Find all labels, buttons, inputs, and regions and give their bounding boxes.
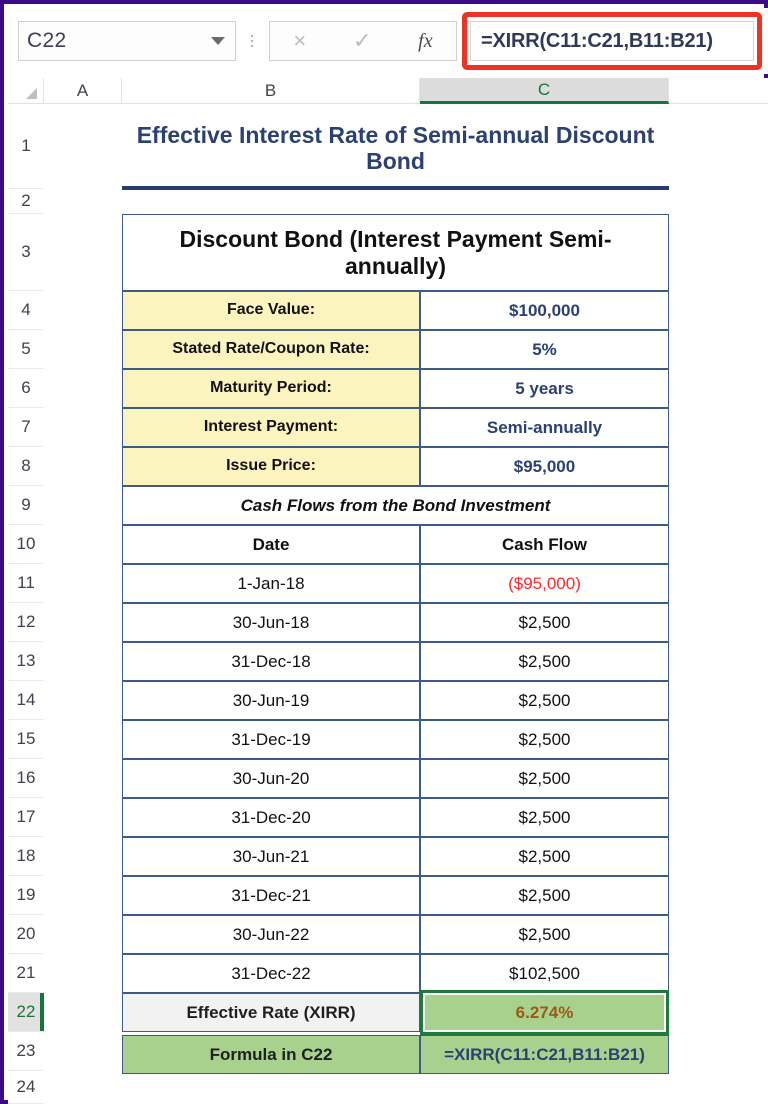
row-header-18[interactable]: 18 — [8, 837, 44, 876]
row-header-4[interactable]: 4 — [8, 291, 44, 330]
table-row[interactable]: 1-Jan-18 — [122, 564, 420, 603]
table-row[interactable]: 30-Jun-22 — [122, 915, 420, 954]
row-header-12[interactable]: 12 — [8, 603, 44, 642]
row-header-22[interactable]: 22 — [8, 993, 44, 1032]
param-value-stated-rate[interactable]: 5% — [420, 330, 669, 369]
param-value-face-value[interactable]: $100,000 — [420, 291, 669, 330]
chevron-down-icon[interactable] — [211, 37, 225, 45]
param-label-maturity-period[interactable]: Maturity Period: — [122, 369, 420, 408]
table-row[interactable]: 30-Jun-19 — [122, 681, 420, 720]
row-header-16[interactable]: 16 — [8, 759, 44, 798]
row-header-8[interactable]: 8 — [8, 447, 44, 486]
row-header-6[interactable]: 6 — [8, 369, 44, 408]
row-header-11[interactable]: 11 — [8, 564, 44, 603]
row-header-19[interactable]: 19 — [8, 876, 44, 915]
fx-icon[interactable]: fx — [418, 31, 432, 51]
column-header-row: A B C — [8, 78, 768, 104]
param-label-stated-rate[interactable]: Stated Rate/Coupon Rate: — [122, 330, 420, 369]
table-row[interactable]: 31-Dec-19 — [122, 720, 420, 759]
row-header-5[interactable]: 5 — [8, 330, 44, 369]
row-header-7[interactable]: 7 — [8, 408, 44, 447]
cell-canvas: Effective Interest Rate of Semi-annual D… — [44, 104, 768, 1104]
table-row[interactable]: $2,500 — [420, 681, 669, 720]
formula-bar-strip: C22 × ✓ fx =XIRR(C11:C21,B11:B21) — [8, 8, 768, 74]
table-row[interactable]: $2,500 — [420, 837, 669, 876]
excel-window: C22 × ✓ fx =XIRR(C11:C21,B11:B21) A B C … — [0, 0, 768, 1104]
formula-row-value[interactable]: =XIRR(C11:C21,B11:B21) — [420, 1035, 669, 1074]
row-header-3[interactable]: 3 — [8, 214, 44, 291]
table-row[interactable]: $2,500 — [420, 759, 669, 798]
column-header-a[interactable]: A — [44, 78, 122, 104]
param-value-maturity-period[interactable]: 5 years — [420, 369, 669, 408]
table-row[interactable]: $102,500 — [420, 954, 669, 993]
table-row[interactable]: 31-Dec-22 — [122, 954, 420, 993]
table-row[interactable]: 30-Jun-18 — [122, 603, 420, 642]
table-row[interactable]: ($95,000) — [420, 564, 669, 603]
row-header-9[interactable]: 9 — [8, 486, 44, 525]
row-header-column: 1 2 3 4 5 6 7 8 9 10 11 12 13 14 15 16 1… — [8, 104, 44, 1104]
close-icon[interactable]: × — [293, 30, 306, 52]
result-value-cell[interactable]: 6.274% — [420, 990, 669, 1035]
param-label-issue-price[interactable]: Issue Price: — [122, 447, 420, 486]
row-header-13[interactable]: 13 — [8, 642, 44, 681]
param-value-issue-price[interactable]: $95,000 — [420, 447, 669, 486]
row-header-14[interactable]: 14 — [8, 681, 44, 720]
formula-input[interactable]: =XIRR(C11:C21,B11:B21) — [470, 21, 754, 61]
row-header-10[interactable]: 10 — [8, 525, 44, 564]
cashflow-col-header-date[interactable]: Date — [122, 525, 420, 564]
row-header-15[interactable]: 15 — [8, 720, 44, 759]
table-row[interactable]: 31-Dec-20 — [122, 798, 420, 837]
table-row[interactable]: 30-Jun-21 — [122, 837, 420, 876]
row-header-20[interactable]: 20 — [8, 915, 44, 954]
row-header-2[interactable]: 2 — [8, 189, 44, 214]
table-row[interactable]: $2,500 — [420, 603, 669, 642]
table-row[interactable]: 31-Dec-18 — [122, 642, 420, 681]
name-box-value: C22 — [27, 29, 67, 52]
column-header-spacer — [669, 78, 768, 104]
table-row[interactable]: $2,500 — [420, 876, 669, 915]
row-header-21[interactable]: 21 — [8, 954, 44, 993]
worksheet-grid: 1 2 3 4 5 6 7 8 9 10 11 12 13 14 15 16 1… — [8, 104, 768, 1104]
result-label[interactable]: Effective Rate (XIRR) — [122, 993, 420, 1032]
cashflow-col-header-cash-flow[interactable]: Cash Flow — [420, 525, 669, 564]
formula-action-group: × ✓ fx — [269, 21, 457, 61]
formula-bar-grip — [241, 35, 263, 47]
table-row[interactable]: $2,500 — [420, 720, 669, 759]
check-icon[interactable]: ✓ — [353, 30, 371, 52]
column-header-b[interactable]: B — [122, 78, 420, 104]
formula-input-value: =XIRR(C11:C21,B11:B21) — [481, 29, 713, 52]
param-label-interest-payment[interactable]: Interest Payment: — [122, 408, 420, 447]
column-header-c[interactable]: C — [420, 78, 669, 104]
table-row[interactable]: 30-Jun-20 — [122, 759, 420, 798]
table-row[interactable]: $2,500 — [420, 642, 669, 681]
formula-bar-highlight: =XIRR(C11:C21,B11:B21) — [462, 12, 762, 70]
row-header-24[interactable]: 24 — [8, 1071, 44, 1104]
formula-row-label[interactable]: Formula in C22 — [122, 1035, 420, 1074]
sheet-title[interactable]: Effective Interest Rate of Semi-annual D… — [122, 110, 669, 190]
table-header[interactable]: Discount Bond (Interest Payment Semi-ann… — [122, 214, 669, 291]
table-row[interactable]: 31-Dec-21 — [122, 876, 420, 915]
select-all-corner[interactable] — [8, 78, 44, 104]
row-header-23[interactable]: 23 — [8, 1032, 44, 1071]
table-row[interactable]: $2,500 — [420, 798, 669, 837]
table-row[interactable]: $2,500 — [420, 915, 669, 954]
row-header-1[interactable]: 1 — [8, 104, 44, 189]
param-label-face-value[interactable]: Face Value: — [122, 291, 420, 330]
cashflow-section-title[interactable]: Cash Flows from the Bond Investment — [122, 486, 669, 525]
row-header-17[interactable]: 17 — [8, 798, 44, 837]
name-box[interactable]: C22 — [18, 21, 236, 61]
param-value-interest-payment[interactable]: Semi-annually — [420, 408, 669, 447]
